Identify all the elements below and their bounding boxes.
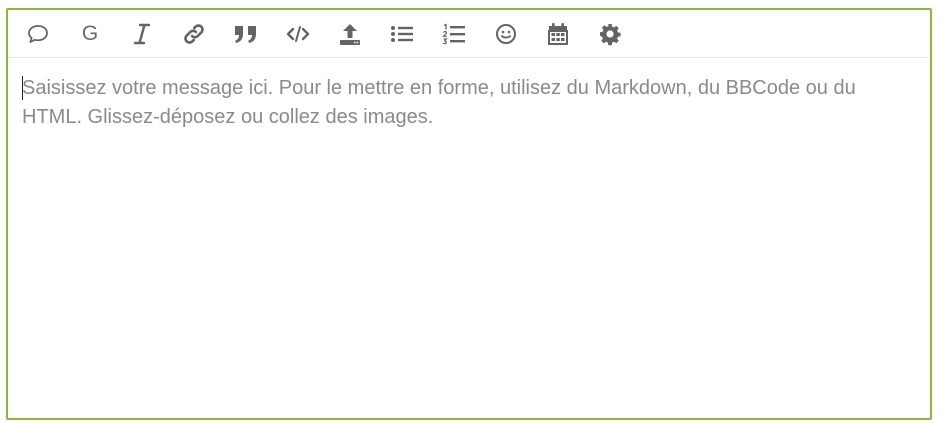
bold-button[interactable]: G <box>64 12 116 56</box>
blockquote-button[interactable] <box>220 12 272 56</box>
speech-bubble-icon <box>26 23 50 45</box>
code-button[interactable] <box>272 12 324 56</box>
bullet-list-icon <box>390 24 414 44</box>
textarea-placeholder: Saisissez votre message ici. Pour le met… <box>22 77 856 128</box>
text-caret <box>22 76 23 100</box>
calendar-button[interactable] <box>532 12 584 56</box>
quote-reply-button[interactable] <box>12 12 64 56</box>
link-icon <box>182 22 206 46</box>
bold-icon: G <box>81 21 99 45</box>
composer-editor: G Saisissez votre message ici. Pour le m… <box>6 8 932 420</box>
formatting-toolbar: G <box>8 10 930 58</box>
numbered-list-icon <box>442 22 466 45</box>
italic-button[interactable] <box>116 12 168 56</box>
upload-icon <box>338 22 362 46</box>
emoji-icon <box>494 22 518 46</box>
italic-icon <box>133 23 151 45</box>
numbered-list-button[interactable] <box>428 12 480 56</box>
calendar-icon <box>547 22 569 46</box>
code-icon <box>286 24 310 44</box>
upload-button[interactable] <box>324 12 376 56</box>
bullet-list-button[interactable] <box>376 12 428 56</box>
blockquote-icon <box>233 23 259 45</box>
gear-icon <box>598 22 622 46</box>
options-button[interactable] <box>584 12 636 56</box>
emoji-button[interactable] <box>480 12 532 56</box>
link-button[interactable] <box>168 12 220 56</box>
message-textarea[interactable]: Saisissez votre message ici. Pour le met… <box>8 58 930 408</box>
